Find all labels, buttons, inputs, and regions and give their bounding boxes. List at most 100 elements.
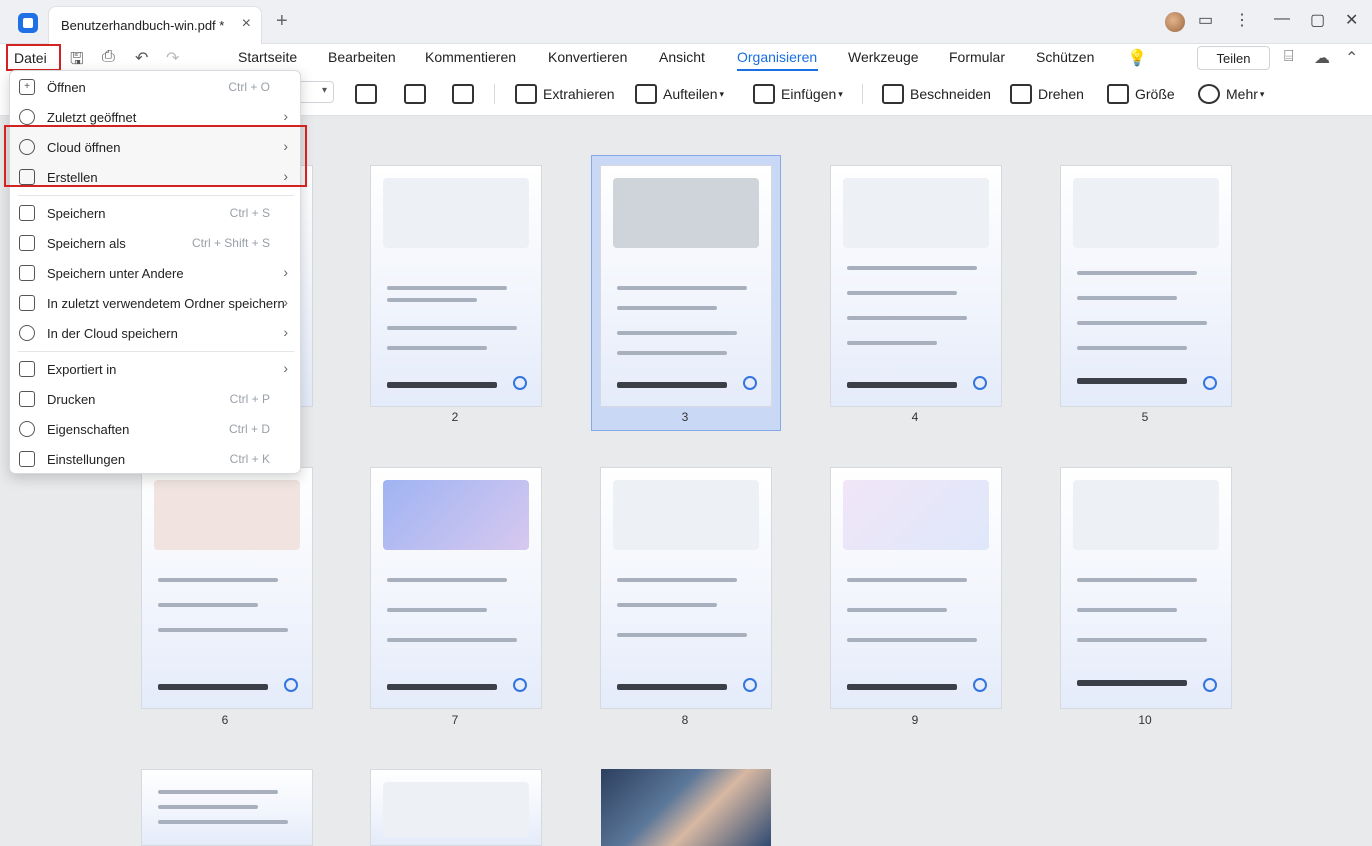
page-number: 8 [681, 713, 689, 727]
collapse-icon[interactable]: ⌃ [1345, 48, 1358, 68]
undo-icon[interactable]: ↶ [135, 48, 148, 68]
thumbnail-text-line [158, 820, 288, 824]
thumbnail-text-line [617, 603, 717, 607]
tab-kommentieren[interactable]: Kommentieren [425, 49, 516, 65]
avatar[interactable] [1165, 12, 1185, 32]
maximize-icon[interactable]: ▢ [1310, 10, 1325, 30]
more-vertical-icon[interactable]: ⋮ [1234, 10, 1250, 30]
message-icon[interactable]: ▭ [1198, 10, 1213, 30]
menu-item-label: Drucken [47, 392, 96, 407]
page-replace-button[interactable] [404, 81, 432, 107]
size-button[interactable]: Größe [1107, 81, 1175, 107]
menu-item-save[interactable]: Speichern Ctrl + S [10, 198, 302, 228]
organize-icon[interactable]: ⌸ [1284, 48, 1294, 66]
menu-item-print[interactable]: Drucken Ctrl + P [10, 384, 302, 414]
file-menu-button[interactable]: Datei [6, 44, 61, 71]
split-button[interactable]: Aufteilen ▾ [635, 81, 724, 107]
print-icon[interactable]: ⎙ [102, 48, 115, 66]
zoom-select[interactable]: ▾ [298, 81, 334, 103]
rotate-button[interactable]: Drehen [1010, 81, 1084, 107]
menu-item-properties[interactable]: Eigenschaften Ctrl + D [10, 414, 302, 444]
brand-logo-icon [1203, 678, 1217, 692]
tab-ansicht[interactable]: Ansicht [659, 49, 705, 65]
title-bar: Benutzerhandbuch-win.pdf * × + ▭ ⋮ — ▢ ✕ [0, 0, 1372, 44]
menu-item-label: Speichern [47, 206, 106, 221]
minimize-icon[interactable]: — [1274, 10, 1290, 28]
page-thumbnail-5[interactable] [1060, 165, 1232, 407]
page-thumbnail-11[interactable] [141, 769, 313, 846]
crop-button[interactable]: Beschneiden [882, 81, 991, 107]
more-label: Mehr [1226, 86, 1258, 102]
menu-item-label: In der Cloud speichern [47, 326, 178, 341]
thumbnail-text-line [158, 578, 278, 582]
menu-item-export[interactable]: Exportiert in › [10, 354, 302, 384]
menu-item-save-cloud[interactable]: In der Cloud speichern › [10, 318, 302, 348]
chevron-right-icon: › [283, 324, 288, 340]
save-as-icon [19, 235, 35, 251]
document-tab-title: Benutzerhandbuch-win.pdf * [61, 18, 225, 33]
app-logo-icon [18, 13, 38, 33]
tab-formular[interactable]: Formular [949, 49, 1005, 65]
thumbnail-image [383, 178, 529, 248]
document-tab[interactable]: Benutzerhandbuch-win.pdf * × [48, 6, 262, 44]
extract-button[interactable]: Extrahieren [515, 81, 615, 107]
new-tab-icon[interactable]: + [276, 11, 288, 31]
menu-divider [18, 195, 294, 196]
menu-bar: Datei 🖫 ⎙ ↶ ↷ Startseite Bearbeiten Komm… [0, 44, 1372, 72]
thumbnail-text-line [847, 638, 977, 642]
menu-item-open[interactable]: + Öffnen Ctrl + O [10, 72, 302, 102]
page-number: 5 [1141, 410, 1149, 424]
insert-button[interactable]: Einfügen ▾ [753, 81, 843, 107]
tab-schuetzen[interactable]: Schützen [1036, 49, 1094, 65]
menu-item-shortcut: Ctrl + K [229, 452, 270, 466]
rotate-icon [1010, 84, 1032, 104]
close-tab-icon[interactable]: × [242, 15, 251, 33]
tab-werkzeuge[interactable]: Werkzeuge [848, 49, 919, 65]
page-thumbnail-10[interactable] [1060, 467, 1232, 709]
thumbnail-heading-line [387, 382, 497, 388]
delete-page-button[interactable] [452, 81, 480, 107]
page-replace-icon [404, 84, 426, 104]
crop-icon [882, 84, 904, 104]
menu-item-settings[interactable]: Einstellungen Ctrl + K [10, 444, 302, 474]
page-thumbnail-3[interactable] [600, 165, 772, 407]
more-button[interactable]: Mehr ▾ [1198, 81, 1264, 107]
brand-logo-icon [1203, 376, 1217, 390]
thumbnail-text-line [387, 638, 517, 642]
menu-item-label: Speichern unter Andere [47, 266, 184, 281]
tab-konvertieren[interactable]: Konvertieren [548, 49, 627, 65]
save-other-icon [19, 265, 35, 281]
thumbnail-heading-line [847, 382, 957, 388]
page-thumbnail-6[interactable] [141, 467, 313, 709]
page-thumbnail-2[interactable] [370, 165, 542, 407]
share-button[interactable]: Teilen [1197, 46, 1270, 70]
thumbnail-text-line [847, 266, 977, 270]
insert-label: Einfügen [781, 86, 837, 102]
page-left-button[interactable] [355, 81, 383, 107]
thumbnail-image [613, 480, 759, 550]
menu-item-label: In zuletzt verwendetem Ordner speichern [47, 296, 285, 311]
menu-item-save-as[interactable]: Speichern als Ctrl + Shift + S [10, 228, 302, 258]
redo-icon[interactable]: ↷ [166, 48, 179, 68]
tab-startseite[interactable]: Startseite [238, 49, 297, 65]
thumbnail-text-line [1077, 578, 1197, 582]
thumbnail-text-line [387, 298, 477, 302]
thumbnail-image [383, 782, 529, 837]
page-thumbnail-12[interactable] [370, 769, 542, 846]
close-window-icon[interactable]: ✕ [1345, 10, 1358, 30]
chevron-right-icon: › [283, 294, 288, 310]
page-thumbnail-8[interactable] [600, 467, 772, 709]
lightbulb-icon[interactable]: 💡 [1127, 48, 1147, 68]
page-thumbnail-7[interactable] [370, 467, 542, 709]
thumbnail-text-line [617, 306, 717, 310]
page-thumbnail-9[interactable] [830, 467, 1002, 709]
upload-icon[interactable]: ☁ [1314, 48, 1330, 68]
thumbnail-text-line [847, 316, 967, 320]
tab-bearbeiten[interactable]: Bearbeiten [328, 49, 396, 65]
thumbnail-text-line [387, 578, 507, 582]
page-thumbnail-13[interactable] [601, 769, 771, 846]
tab-organisieren[interactable]: Organisieren [737, 49, 817, 65]
menu-item-save-other[interactable]: Speichern unter Andere › [10, 258, 302, 288]
menu-item-save-recent-folder[interactable]: In zuletzt verwendetem Ordner speichern … [10, 288, 302, 318]
page-thumbnail-4[interactable] [830, 165, 1002, 407]
